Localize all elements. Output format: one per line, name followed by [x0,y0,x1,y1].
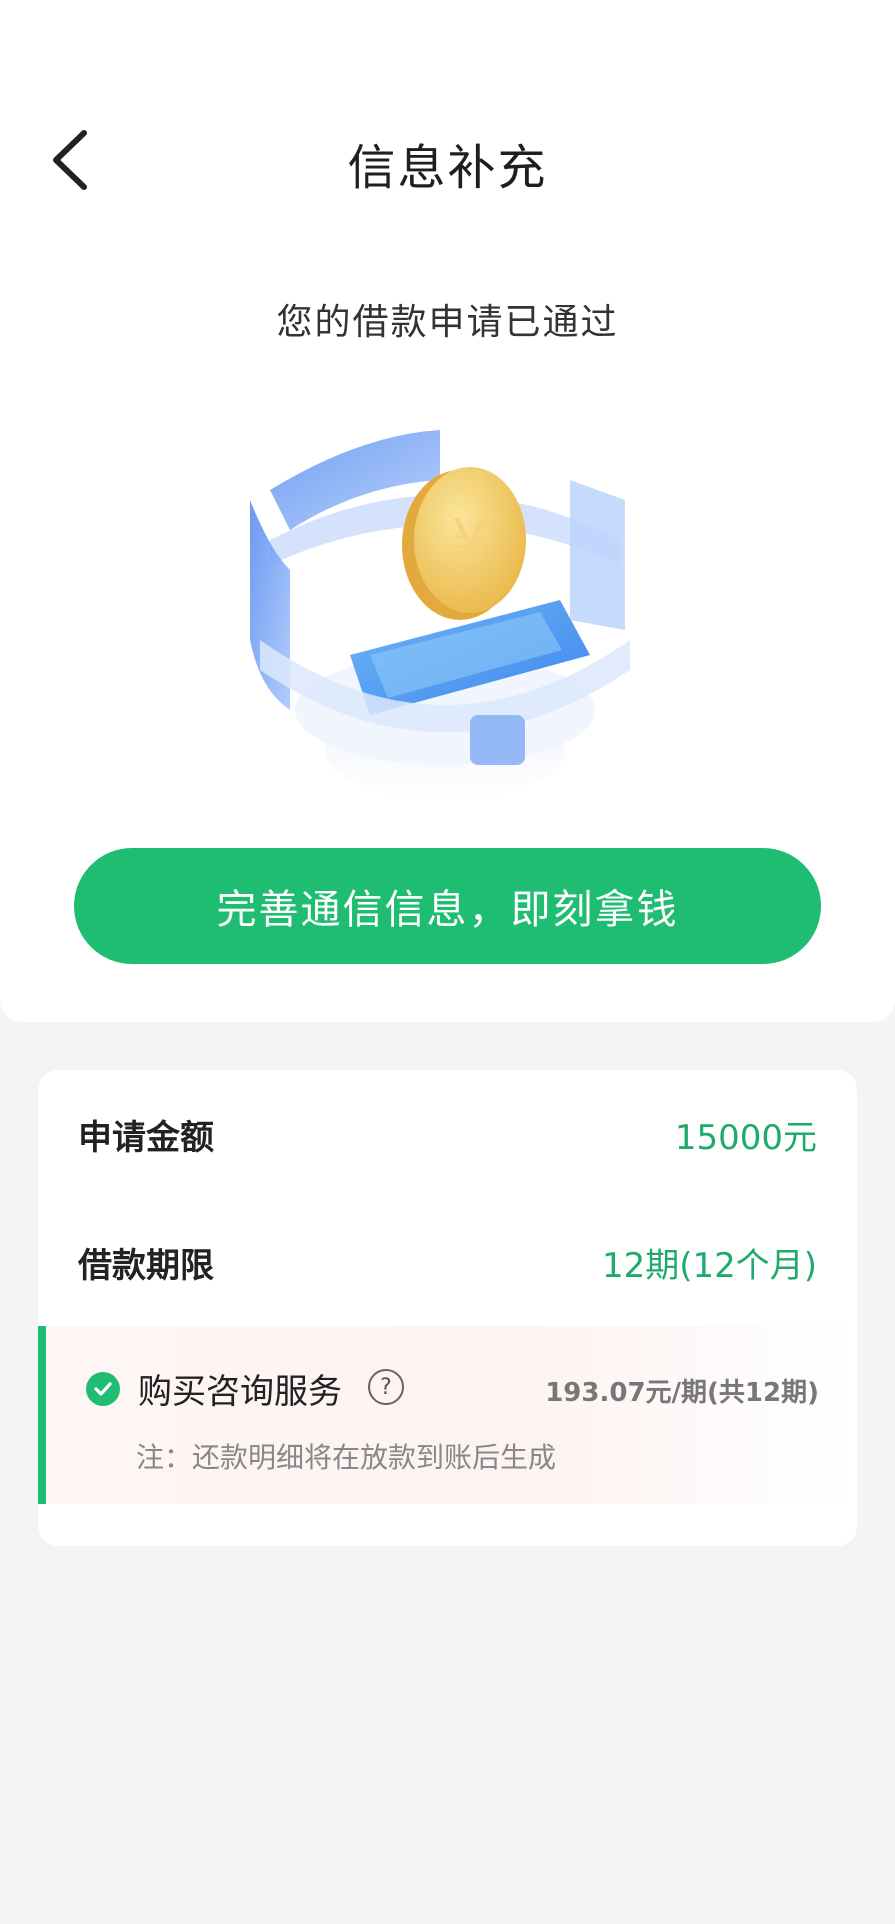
loan-amount-row: 申请金额 15000元 [78,1104,817,1164]
loan-amount-value: 15000元 [674,1117,817,1158]
loan-term-value: 12期(12个月) [601,1245,817,1286]
service-accent-bar [38,1326,46,1504]
loan-term-row: 借款期限 12期(12个月) [78,1232,817,1292]
service-note: 注：还款明细将在放款到账后生成 [136,1441,557,1474]
approval-message: 您的借款申请已通过 [276,302,619,343]
header: 信息补充 [0,0,895,225]
loan-amount-label: 申请金额 [78,1117,214,1158]
service-price: 193.07元/期(共12期) [545,1378,819,1408]
question-icon[interactable]: ? [368,1369,404,1405]
coin-phone-illustration: ¥ [250,430,630,800]
complete-info-button[interactable]: 完善通信信息，即刻拿钱 [74,848,821,964]
check-circle-icon[interactable] [86,1372,120,1406]
approval-card: 您的借款申请已通过 ¥ 完善通信信息，即刻拿钱 [0,225,895,1022]
page-title: 信息补充 [347,140,548,196]
service-label: 购买咨询服务 [138,1372,342,1412]
consulting-service-box[interactable]: 购买咨询服务 ? 193.07元/期(共12期) 注：还款明细将在放款到账后生成 [38,1326,857,1504]
svg-text:¥: ¥ [451,507,489,577]
loan-term-label: 借款期限 [78,1245,214,1286]
